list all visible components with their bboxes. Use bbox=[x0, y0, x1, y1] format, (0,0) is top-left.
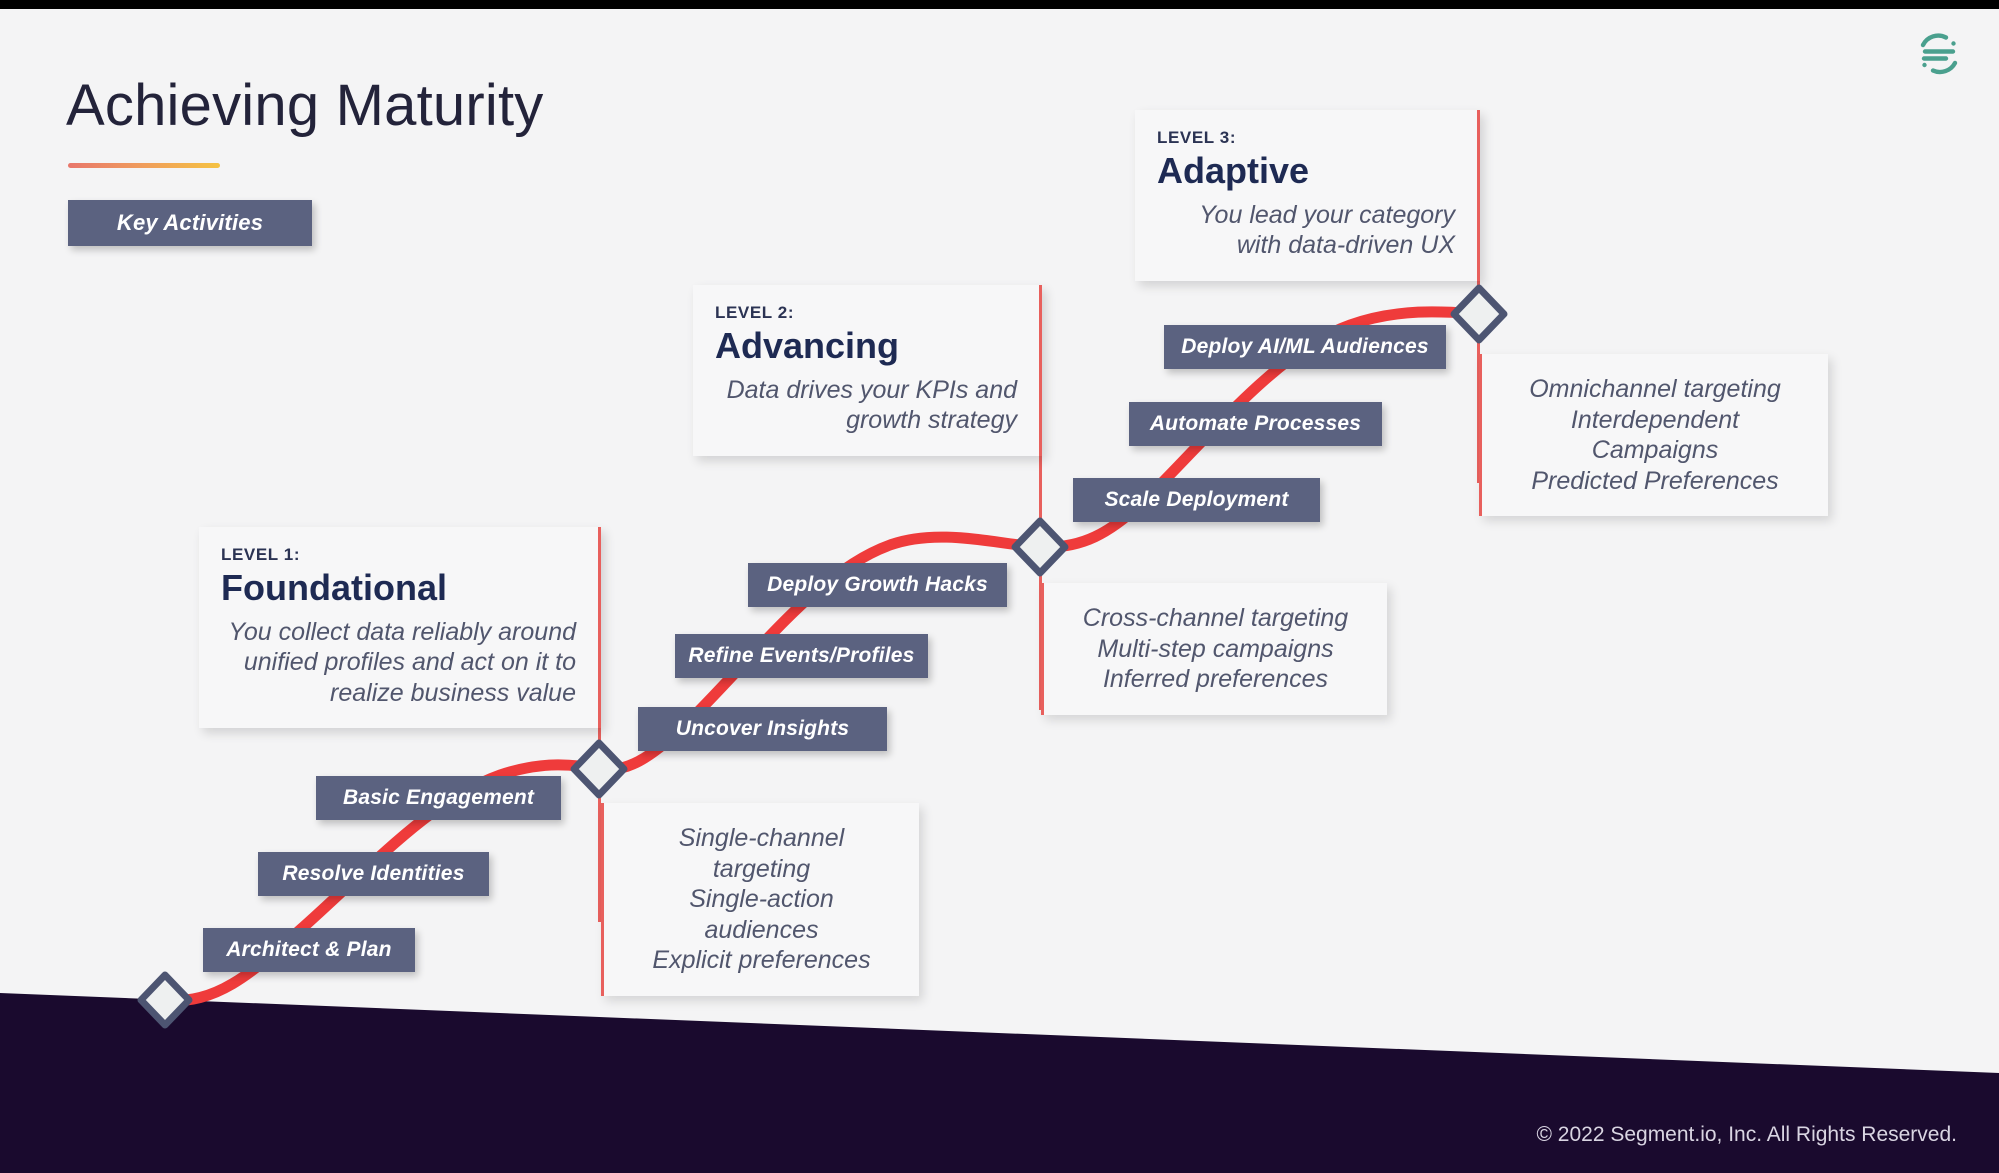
level-3-name: Adaptive bbox=[1157, 150, 1310, 191]
maturity-slide: Achieving Maturity Key Activities LEVEL … bbox=[0, 0, 1999, 1173]
activity-pill-scale-deployment: Scale Deployment bbox=[1073, 478, 1320, 522]
level-2-description: Data drives your KPIs and growth strateg… bbox=[726, 375, 1017, 435]
outcome-3-line-3: Predicted Preferences bbox=[1531, 466, 1779, 495]
top-black-bar bbox=[0, 0, 1999, 9]
outcome-1-line-2: Single-action audiences bbox=[689, 885, 834, 944]
level-1-name: Foundational bbox=[221, 567, 447, 608]
milestone-start-icon bbox=[137, 971, 193, 1029]
level-2-name: Advancing bbox=[715, 325, 900, 366]
activity-pill-automate-processes: Automate Processes bbox=[1129, 402, 1382, 446]
copyright-footer: © 2022 Segment.io, Inc. All Rights Reser… bbox=[1536, 1123, 1957, 1146]
outcome-box-level-2: Cross-channel targeting Multi-step campa… bbox=[1041, 583, 1387, 715]
outcome-2-line-2: Multi-step campaigns bbox=[1097, 634, 1334, 663]
legend-key-activities: Key Activities bbox=[68, 200, 312, 246]
activity-pill-deploy-ai-ml-audiences: Deploy AI/ML Audiences bbox=[1164, 325, 1446, 369]
level-card-3: LEVEL 3: Adaptive You lead your category… bbox=[1135, 110, 1480, 281]
outcome-2-line-1: Cross-channel targeting bbox=[1082, 604, 1349, 632]
level-card-2: LEVEL 2: Advancing Data drives your KPIs… bbox=[693, 285, 1042, 456]
title-underline-rule bbox=[68, 163, 220, 168]
segment-logo bbox=[1920, 33, 1958, 75]
level-card-1: LEVEL 1: Foundational You collect data r… bbox=[199, 527, 601, 729]
level-2-eyebrow: LEVEL 2: bbox=[715, 303, 795, 322]
level-3-description: You lead your category with data-driven … bbox=[1199, 200, 1455, 260]
level-1-eyebrow: LEVEL 1: bbox=[221, 545, 301, 564]
activity-pill-deploy-growth-hacks: Deploy Growth Hacks bbox=[748, 563, 1007, 607]
outcome-1-line-1: Single-channel targeting bbox=[678, 824, 845, 883]
outcome-3-line-1: Omnichannel targeting bbox=[1529, 375, 1781, 403]
activity-pill-basic-engagement: Basic Engagement bbox=[316, 776, 561, 820]
outcome-2-line-3: Inferred preferences bbox=[1102, 665, 1329, 693]
outcome-box-level-3: Omnichannel targeting Interdependent Cam… bbox=[1479, 354, 1828, 516]
level-1-description: You collect data reliably around unified… bbox=[228, 617, 576, 707]
level-3-eyebrow: LEVEL 3: bbox=[1157, 128, 1237, 147]
activity-pill-resolve-identities: Resolve Identities bbox=[258, 852, 489, 896]
activity-pill-refine-events-profiles: Refine Events/Profiles bbox=[675, 634, 928, 678]
activity-pill-uncover-insights: Uncover Insights bbox=[638, 707, 887, 751]
outcome-box-level-1: Single-channel targeting Single-action a… bbox=[601, 803, 919, 996]
outcome-1-line-3: Explicit preferences bbox=[652, 946, 871, 974]
activity-pill-architect-plan: Architect & Plan bbox=[203, 928, 415, 972]
outcome-3-line-2: Interdependent Campaigns bbox=[1570, 405, 1740, 465]
page-title: Achieving Maturity bbox=[66, 73, 544, 138]
